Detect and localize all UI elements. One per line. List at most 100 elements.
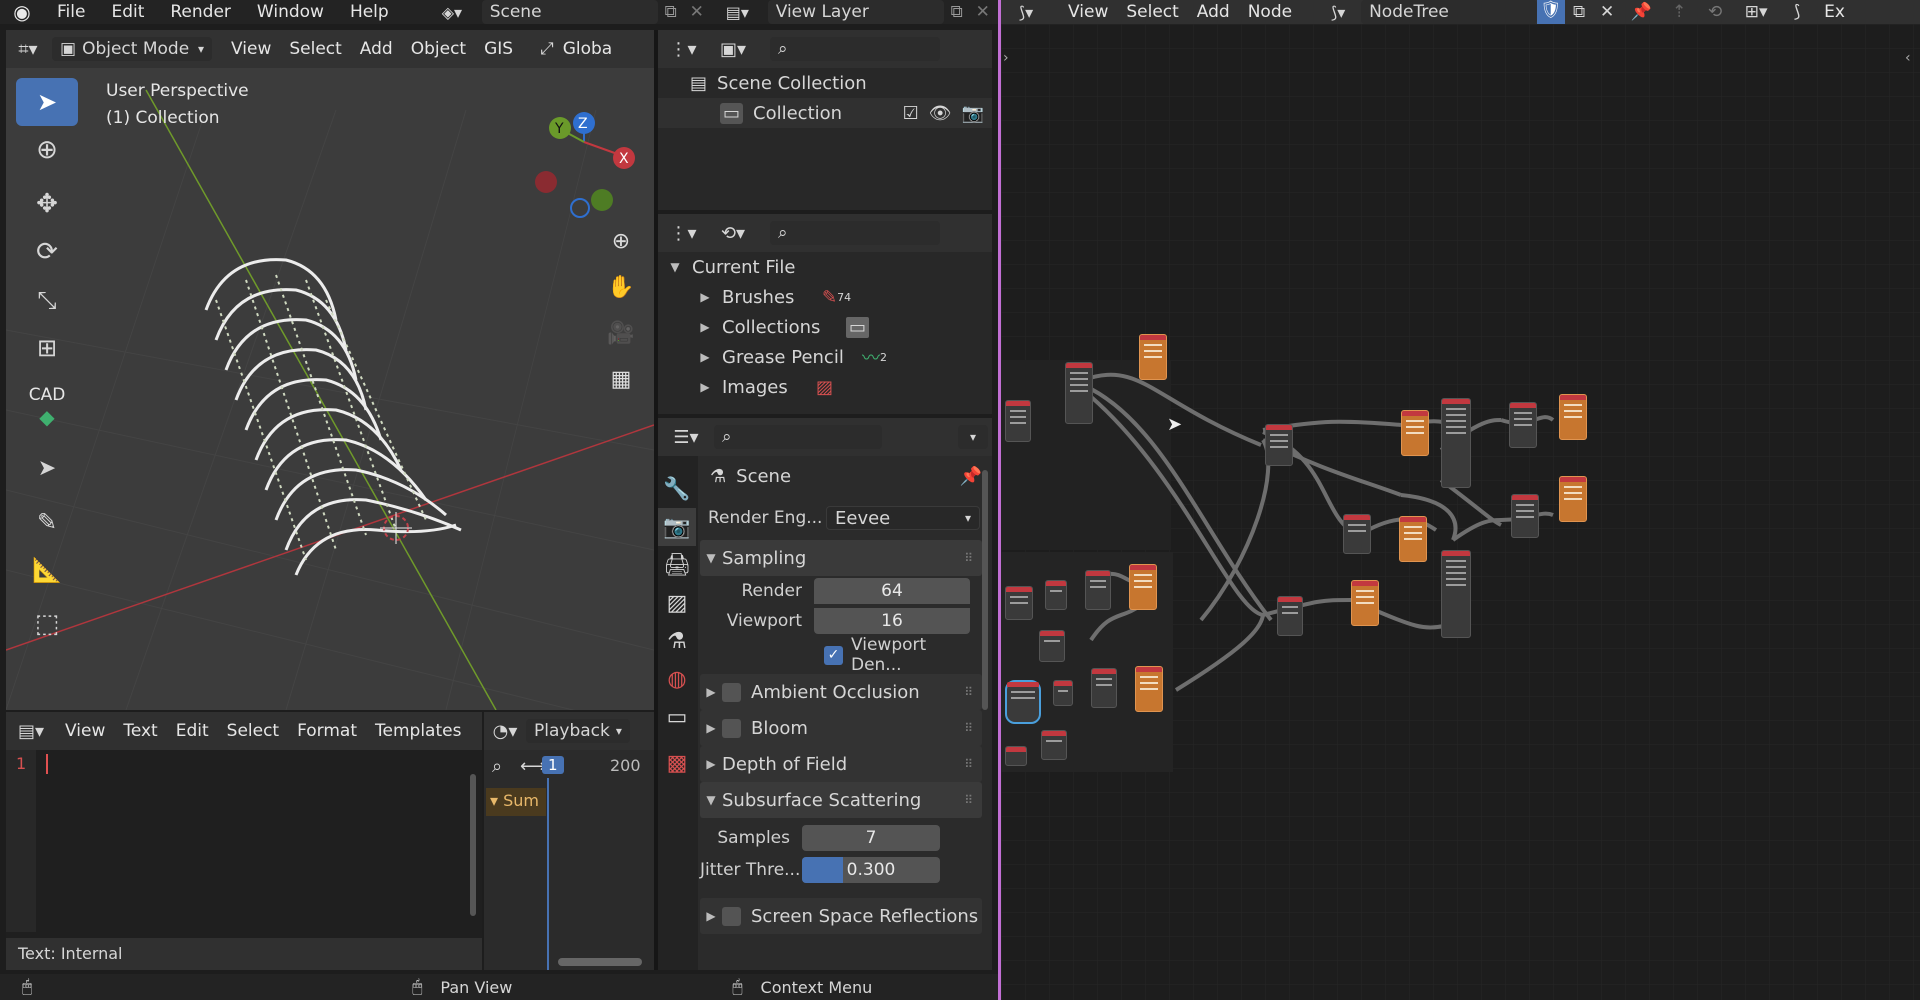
- transform-orientation-label[interactable]: Globa: [554, 39, 622, 59]
- text-menu-view[interactable]: View: [56, 721, 114, 741]
- tool-tab-icon[interactable]: 🔧: [658, 470, 696, 508]
- node-frame-orange-1[interactable]: [1129, 564, 1157, 610]
- menu-render[interactable]: Render: [157, 0, 244, 24]
- node-right-1[interactable]: [1509, 402, 1537, 448]
- node-menu-add[interactable]: Add: [1188, 2, 1239, 22]
- render-samples-field[interactable]: 64: [814, 578, 970, 604]
- blend-file-search-input[interactable]: ⌕: [770, 221, 940, 245]
- brushes-row[interactable]: ▶ Brushes ✎ 74: [658, 282, 992, 312]
- display-mode-icon[interactable]: ▣▾: [708, 39, 758, 60]
- text-menu-templates[interactable]: Templates: [366, 721, 470, 741]
- object-mode-dropdown[interactable]: ▣ Object Mode ▾: [52, 37, 212, 61]
- perspective-toggle-icon[interactable]: ▦: [602, 360, 640, 398]
- text-editor-type-icon[interactable]: ▤▾: [6, 721, 56, 742]
- node-menu-view[interactable]: View: [1059, 2, 1117, 22]
- add-cube-tool[interactable]: ⬚: [16, 600, 78, 648]
- drag-handle-icon[interactable]: ⠿: [964, 685, 982, 699]
- node-frame-e[interactable]: [1053, 680, 1073, 706]
- node-tree-type-icon[interactable]: ⟆▾: [1315, 3, 1361, 22]
- node-editor[interactable]: ⟆▾ View Select Add Node ⟆▾ NodeTree 🛡 ⧉ …: [998, 0, 1920, 1000]
- pin-icon[interactable]: 📌: [960, 466, 982, 487]
- node-header-extra-label[interactable]: Ex: [1815, 2, 1854, 22]
- scene-selector-icon[interactable]: ◈▾: [442, 3, 482, 22]
- sss-jitter-slider[interactable]: 0.300: [802, 857, 940, 883]
- text-menu-format[interactable]: Format: [288, 721, 366, 741]
- node-lower-2[interactable]: [1441, 550, 1471, 638]
- sss-samples-field[interactable]: 7: [802, 825, 940, 851]
- viewport-menu-object[interactable]: Object: [402, 39, 475, 59]
- images-row[interactable]: ▶ Images ▨: [658, 372, 992, 402]
- text-menu-text[interactable]: Text: [114, 721, 166, 741]
- eye-icon[interactable]: 👁: [929, 103, 952, 124]
- outliner-type-icon-2[interactable]: ⋮▾: [658, 223, 708, 244]
- collapse-triangle-icon[interactable]: ▶: [700, 721, 722, 735]
- timeline-scrollbar[interactable]: [558, 958, 642, 966]
- drag-handle-icon[interactable]: ⠿: [964, 793, 982, 807]
- pan-hand-icon[interactable]: ✋: [602, 268, 640, 306]
- cad-tool[interactable]: CAD ◆: [16, 376, 78, 438]
- rotate-tool[interactable]: ⟳: [16, 228, 78, 276]
- node-right-orange-2[interactable]: [1559, 476, 1587, 522]
- render-engine-dropdown[interactable]: Eevee ▾: [826, 506, 980, 530]
- viewport-denoise-checkbox[interactable]: ✓: [824, 645, 843, 665]
- node-editor-type-icon[interactable]: ⟆▾: [1001, 3, 1051, 22]
- node-menu-node[interactable]: Node: [1239, 2, 1301, 22]
- collapse-triangle-icon[interactable]: ▶: [700, 909, 722, 923]
- navigation-gizmo[interactable]: Z X Y: [516, 90, 646, 220]
- summary-row[interactable]: ▾ Sum: [486, 788, 546, 816]
- camera-icon[interactable]: 📷: [962, 103, 984, 124]
- drag-handle-icon[interactable]: ⠿: [964, 757, 982, 771]
- expand-triangle-icon[interactable]: ▼: [664, 260, 686, 274]
- playback-dropdown[interactable]: Playback ▾: [526, 719, 630, 743]
- sidebar-expand-arrow-icon[interactable]: ‹: [1905, 50, 1911, 66]
- ssr-checkbox[interactable]: [722, 906, 741, 926]
- node-mid-2[interactable]: [1441, 398, 1471, 488]
- sss-panel-header[interactable]: ▼ Subsurface Scattering ⠿: [700, 782, 982, 818]
- transform-orientation-icon[interactable]: ⤢: [540, 39, 554, 59]
- node-menu-select[interactable]: Select: [1117, 2, 1187, 22]
- menu-help[interactable]: Help: [337, 0, 402, 24]
- node-mid-3[interactable]: [1343, 514, 1371, 554]
- new-view-layer-icon[interactable]: ⧉: [944, 2, 970, 22]
- viewport-menu-add[interactable]: Add: [351, 39, 402, 59]
- viewport-menu-gis[interactable]: GIS: [475, 39, 522, 59]
- node-mid-orange-2[interactable]: [1399, 516, 1427, 562]
- render-tab-icon[interactable]: 📷: [658, 508, 696, 546]
- node-frame-g[interactable]: [1041, 730, 1067, 760]
- pin-node-tree-icon[interactable]: 📌: [1621, 2, 1661, 22]
- outliner-type-icon[interactable]: ⋮▾: [658, 39, 708, 60]
- node-tree-icon-right[interactable]: ⟆: [1779, 2, 1815, 22]
- viewport-menu-view[interactable]: View: [222, 39, 280, 59]
- current-file-row[interactable]: ▼ Current File: [658, 252, 992, 282]
- world-tab-icon[interactable]: ◍: [658, 660, 696, 698]
- exclude-checkbox-icon[interactable]: ☑: [903, 103, 919, 124]
- select-box-tool[interactable]: ➤: [16, 78, 78, 126]
- toolbar-expand-arrow-icon[interactable]: ›: [1003, 50, 1009, 66]
- node-lower-1[interactable]: [1277, 596, 1303, 636]
- drag-handle-icon[interactable]: ⠿: [964, 721, 982, 735]
- snap-toggle-icon[interactable]: ⟲: [1697, 2, 1733, 22]
- transform-tool[interactable]: ⊞: [16, 324, 78, 372]
- current-frame-indicator[interactable]: 1: [542, 756, 564, 774]
- cursor-tool[interactable]: ⊕: [16, 126, 78, 174]
- collapse-triangle-icon[interactable]: ▶: [700, 757, 722, 771]
- node-frame-orange-2[interactable]: [1135, 666, 1163, 712]
- collection-tab-icon[interactable]: ▭: [658, 698, 696, 736]
- scene-collection-row[interactable]: ▤ Scene Collection: [658, 68, 992, 98]
- measure-tool[interactable]: 📐: [16, 546, 78, 594]
- node-frame-h[interactable]: [1005, 746, 1027, 766]
- node-mid-orange-1[interactable]: [1401, 410, 1429, 456]
- scene-tab-icon[interactable]: ⚗: [658, 622, 696, 660]
- text-area[interactable]: [36, 750, 476, 932]
- collapse-triangle-icon[interactable]: ▶: [694, 320, 716, 334]
- view-layer-icon[interactable]: ▤▾: [726, 3, 768, 22]
- outliner-search-input[interactable]: ⌕: [770, 37, 940, 61]
- menu-window[interactable]: Window: [244, 0, 337, 24]
- blend-file-mode-icon[interactable]: ⟲▾: [708, 223, 758, 244]
- unlink-node-tree-icon[interactable]: ✕: [1593, 2, 1621, 22]
- node-right-orange-1[interactable]: [1559, 394, 1587, 440]
- bloom-checkbox[interactable]: [722, 718, 741, 738]
- node-lower-orange-1[interactable]: [1351, 580, 1379, 626]
- expand-triangle-icon[interactable]: ▼: [700, 793, 722, 807]
- parent-node-tree-icon[interactable]: ⇡: [1661, 2, 1697, 22]
